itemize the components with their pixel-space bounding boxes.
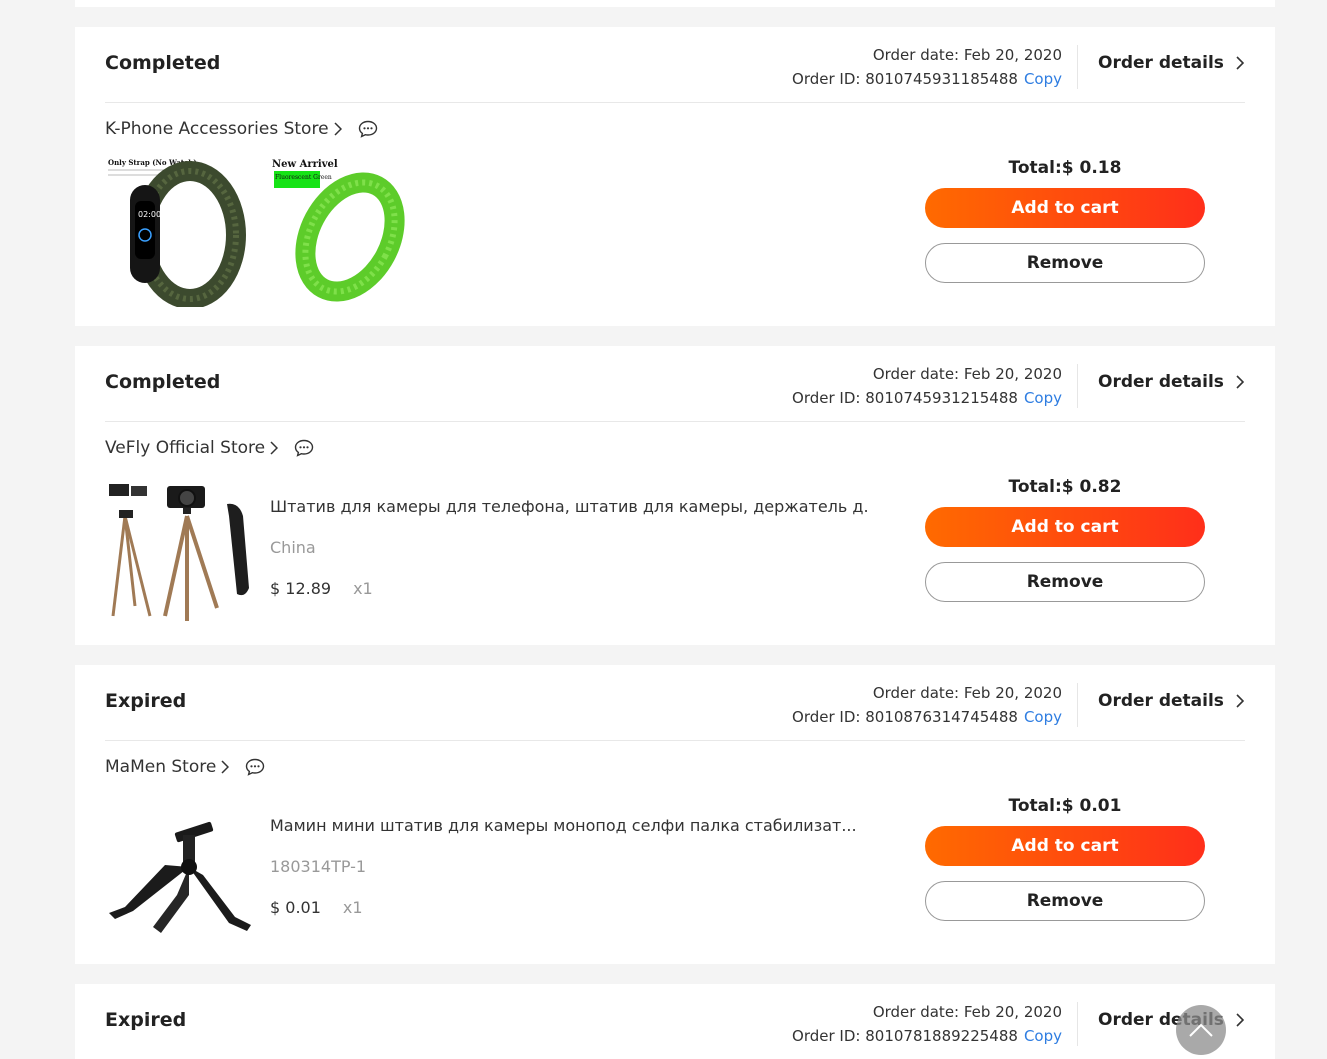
order-id: 8010745931185488	[865, 70, 1018, 88]
order-details-link[interactable]: Order details	[1098, 372, 1244, 392]
order-card: Expired Order date: Feb 20, 2020 Order I…	[75, 984, 1275, 1059]
copy-order-id-link[interactable]: Copy	[1024, 389, 1062, 407]
copy-order-id-link[interactable]: Copy	[1024, 70, 1062, 88]
order-status: Completed	[105, 371, 221, 393]
divider	[1077, 45, 1078, 89]
order-status: Expired	[105, 1009, 187, 1031]
divider	[1077, 364, 1078, 408]
remove-button[interactable]: Remove	[925, 881, 1205, 921]
price-row: $ 12.89 x1	[270, 579, 373, 598]
store-link[interactable]: MaMen Store	[105, 757, 216, 777]
order-card: Completed Order date: Feb 20, 2020 Order…	[75, 346, 1275, 645]
product-image[interactable]	[105, 795, 255, 945]
store-row: K-Phone Accessories Store	[105, 119, 378, 139]
order-card: Completed Order date: Feb 20, 2020 Order…	[75, 27, 1275, 326]
order-details-link[interactable]: Order details	[1098, 53, 1244, 73]
order-date: Feb 20, 2020	[963, 684, 1062, 702]
product-price: $ 0.01	[270, 898, 321, 917]
divider	[1077, 683, 1078, 727]
order-meta: Order date: Feb 20, 2020 Order ID: 80108…	[792, 684, 1062, 726]
chevron-right-icon[interactable]	[270, 441, 279, 455]
add-to-cart-button[interactable]: Add to cart	[925, 507, 1205, 547]
chevron-up-icon	[1189, 1023, 1213, 1037]
divider	[105, 102, 1245, 103]
order-meta: Order date: Feb 20, 2020 Order ID: 80107…	[792, 46, 1062, 88]
copy-order-id-link[interactable]: Copy	[1024, 1027, 1062, 1045]
chevron-right-icon	[1236, 375, 1244, 389]
store-link[interactable]: VeFly Official Store	[105, 438, 265, 458]
add-to-cart-button[interactable]: Add to cart	[925, 826, 1205, 866]
order-date: Feb 20, 2020	[963, 1003, 1062, 1021]
chat-bubble-icon[interactable]	[245, 758, 265, 776]
price-row: $ 0.01 x1	[270, 898, 363, 917]
store-link[interactable]: K-Phone Accessories Store	[105, 119, 329, 139]
product-sku: China	[270, 538, 316, 557]
order-details-link[interactable]: Order details	[1098, 691, 1244, 711]
chevron-right-icon[interactable]	[221, 760, 230, 774]
order-id: 8010745931215488	[865, 389, 1018, 407]
chat-bubble-icon[interactable]	[294, 439, 314, 457]
product-title[interactable]: Мамин мини штатив для камеры монопод сел…	[270, 816, 870, 835]
svg-text:02:00: 02:00	[138, 210, 161, 219]
back-to-top-button[interactable]	[1176, 1005, 1226, 1055]
product-price: $ 12.89	[270, 579, 332, 598]
order-meta: Order date: Feb 20, 2020 Order ID: 80107…	[792, 1003, 1062, 1045]
order-status: Completed	[105, 52, 221, 74]
chat-bubble-icon[interactable]	[358, 120, 378, 138]
svg-text:Fluorescent Green: Fluorescent Green	[275, 174, 332, 181]
product-quantity: x1	[342, 898, 363, 917]
order-id: 8010876314745488	[865, 708, 1018, 726]
product-image[interactable]	[105, 476, 255, 626]
chevron-right-icon	[1236, 694, 1244, 708]
order-status: Expired	[105, 690, 187, 712]
copy-order-id-link[interactable]: Copy	[1024, 708, 1062, 726]
store-row: MaMen Store	[105, 757, 265, 777]
product-quantity: x1	[353, 579, 373, 598]
product-sku: 180314TP-1	[270, 857, 367, 876]
product-image[interactable]: New Arrivel Fluorescent Green	[270, 157, 420, 307]
order-date: Feb 20, 2020	[963, 365, 1062, 383]
svg-text:New Arrivel: New Arrivel	[272, 159, 338, 170]
order-total: Total:$ 0.82	[1008, 477, 1122, 497]
chevron-right-icon	[1236, 56, 1244, 70]
chevron-right-icon	[1236, 1013, 1244, 1027]
order-meta: Order date: Feb 20, 2020 Order ID: 80107…	[792, 365, 1062, 407]
order-total: Total:$ 0.01	[1008, 796, 1122, 816]
order-date: Feb 20, 2020	[963, 46, 1062, 64]
product-title[interactable]: Штатив для камеры для телефона, штатив д…	[270, 497, 870, 516]
add-to-cart-button[interactable]: Add to cart	[925, 188, 1205, 228]
order-id: 8010781889225488	[865, 1027, 1018, 1045]
divider	[105, 421, 1245, 422]
product-image[interactable]: Only Strap (No Watch) 02:00	[105, 157, 255, 307]
order-total: Total:$ 0.18	[1008, 158, 1122, 178]
previous-order-card	[75, 0, 1275, 7]
divider	[1077, 1002, 1078, 1046]
remove-button[interactable]: Remove	[925, 562, 1205, 602]
store-row: VeFly Official Store	[105, 438, 314, 458]
remove-button[interactable]: Remove	[925, 243, 1205, 283]
divider	[105, 740, 1245, 741]
order-card: Expired Order date: Feb 20, 2020 Order I…	[75, 665, 1275, 964]
chevron-right-icon[interactable]	[334, 122, 342, 136]
